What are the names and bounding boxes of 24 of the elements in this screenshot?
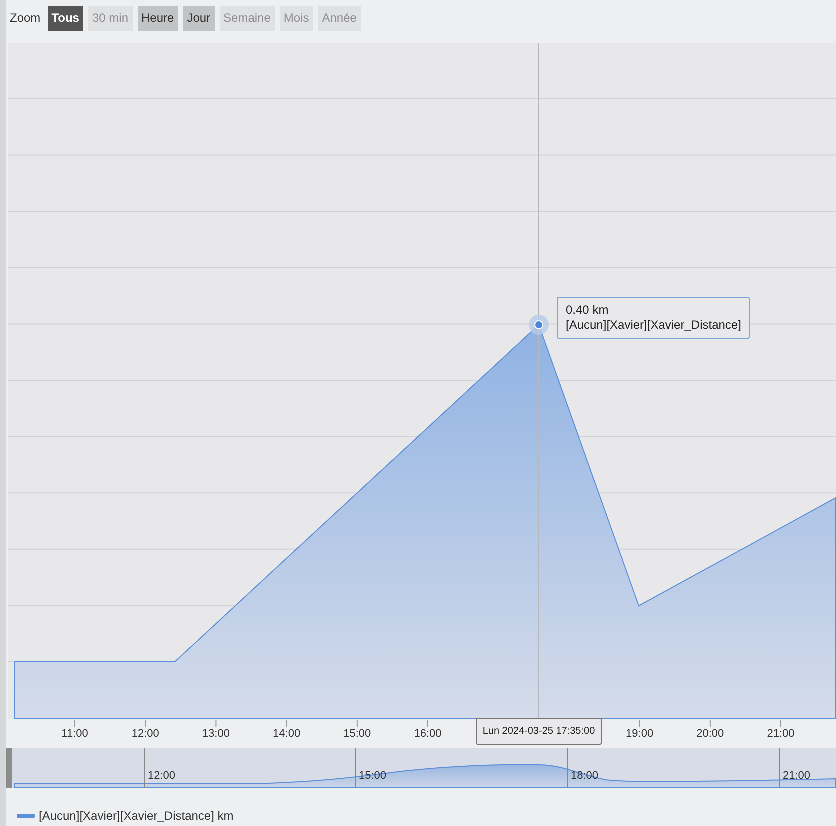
zoom-button[interactable]: Heure bbox=[138, 6, 178, 30]
axis-label: 12:00 bbox=[132, 728, 160, 740]
tooltip-value: 0.40 km bbox=[566, 303, 610, 318]
navigator-handle[interactable] bbox=[6, 748, 12, 788]
zoom-label: Zoom bbox=[10, 11, 41, 25]
axis-label: 14:00 bbox=[273, 728, 301, 740]
axis-label: 13:00 bbox=[202, 728, 230, 740]
legend-swatch-icon bbox=[17, 814, 35, 818]
axis-label: 11:00 bbox=[62, 728, 88, 740]
zoom-button[interactable]: Jour bbox=[183, 6, 215, 30]
crosshair-label: Lun 2024-03-25 17:35:00 bbox=[476, 718, 602, 745]
axis-label: 15:00 bbox=[344, 728, 372, 740]
legend-label[interactable]: [Aucun][Xavier][Xavier_Distance] km bbox=[39, 809, 234, 823]
zoom-button[interactable]: Tous bbox=[48, 6, 84, 30]
navigator-label: 15:00 bbox=[359, 770, 387, 782]
navigator-label: 12:00 bbox=[148, 770, 176, 782]
axis-label: 21:00 bbox=[767, 728, 795, 740]
axis-label: 16:00 bbox=[414, 728, 442, 740]
navigator-label: 21:00 bbox=[783, 770, 811, 782]
axis-label: 19:00 bbox=[626, 728, 654, 740]
data-point-marker bbox=[529, 315, 549, 335]
tooltip-series: [Aucun][Xavier][Xavier_Distance] bbox=[566, 318, 742, 333]
navigator-label: 18:00 bbox=[571, 770, 599, 782]
axis-label: 20:00 bbox=[696, 728, 724, 740]
